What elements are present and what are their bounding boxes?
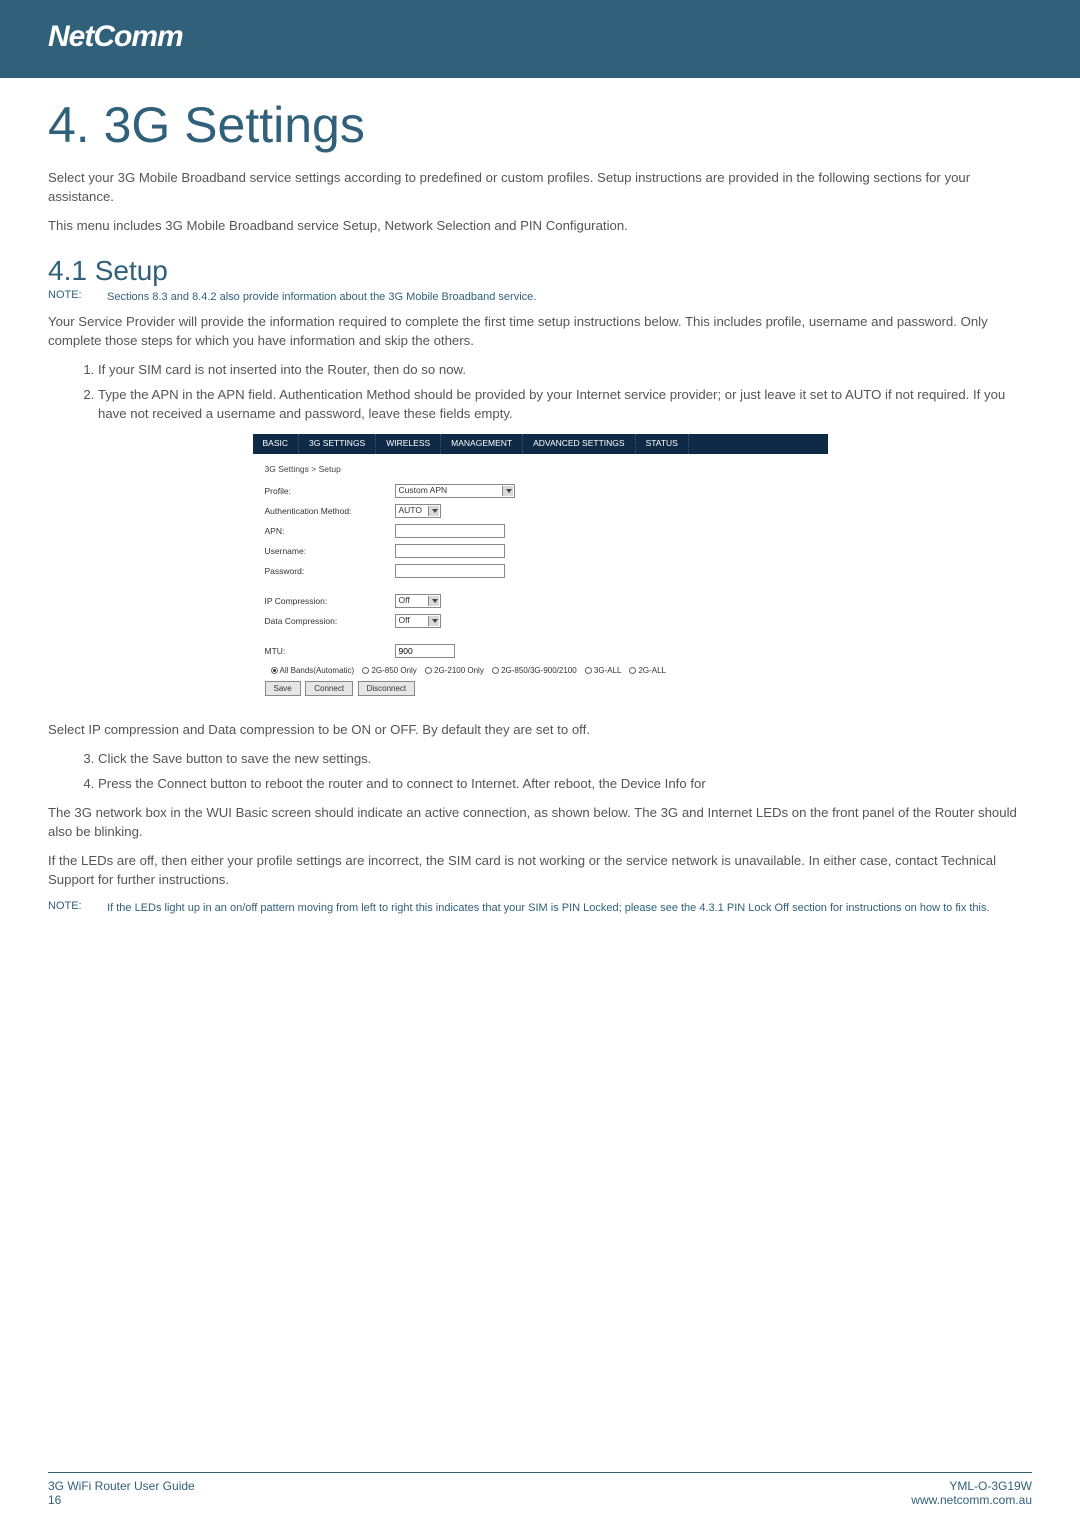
wui-label-profile: Profile: <box>265 486 395 496</box>
radio-label: 2G-2100 Only <box>434 666 484 675</box>
radio-icon[interactable] <box>585 667 592 674</box>
page-content: 4. 3G Settings Select your 3G Mobile Bro… <box>0 96 1080 916</box>
note-label: NOTE: <box>48 289 104 301</box>
wui-tab[interactable]: BASIC <box>253 434 300 454</box>
list-item: Type the APN in the APN field. Authentic… <box>98 385 1032 423</box>
body-paragraph: If the LEDs are off, then either your pr… <box>48 851 1032 889</box>
intro-paragraph-1: Select your 3G Mobile Broadband service … <box>48 168 1032 206</box>
wui-mtu-input[interactable] <box>395 644 455 658</box>
intro-paragraph-2: This menu includes 3G Mobile Broadband s… <box>48 216 1032 235</box>
footer-url: www.netcomm.com.au <box>911 1493 1032 1507</box>
wui-ipcomp-select[interactable]: Off <box>395 594 441 608</box>
radio-label: 2G-850 Only <box>371 666 416 675</box>
radio-icon[interactable] <box>629 667 636 674</box>
radio-icon[interactable] <box>425 667 432 674</box>
body-paragraph: The 3G network box in the WUI Basic scre… <box>48 803 1032 841</box>
wui-password-input[interactable] <box>395 564 505 578</box>
chevron-down-icon <box>502 486 513 496</box>
radio-label: 2G-850/3G-900/2100 <box>501 666 577 675</box>
wui-label-username: Username: <box>265 546 395 556</box>
wui-username-input[interactable] <box>395 544 505 558</box>
list-item: Press the Connect button to reboot the r… <box>98 774 1032 793</box>
wui-label-ipcomp: IP Compression: <box>265 596 395 606</box>
footer-doc-title: 3G WiFi Router User Guide <box>48 1479 195 1493</box>
wui-auth-select[interactable]: AUTO <box>395 504 441 518</box>
body-paragraph: Your Service Provider will provide the i… <box>48 312 1032 350</box>
chevron-down-icon <box>428 596 439 606</box>
steps-list-1: If your SIM card is not inserted into th… <box>98 360 1032 423</box>
wui-label-password: Password: <box>265 566 395 576</box>
list-item: Click the Save button to save the new se… <box>98 749 1032 768</box>
wui-label-apn: APN: <box>265 526 395 536</box>
list-item: If your SIM card is not inserted into th… <box>98 360 1032 379</box>
footer-doc-code: YML-O-3G19W <box>911 1479 1032 1493</box>
disconnect-button[interactable]: Disconnect <box>358 681 416 696</box>
radio-icon[interactable] <box>492 667 499 674</box>
note-label: NOTE: <box>48 900 104 912</box>
wui-datacomp-select[interactable]: Off <box>395 614 441 628</box>
section-heading: 4.1 Setup <box>48 255 1032 287</box>
wui-tab-bar: BASIC 3G SETTINGS WIRELESS MANAGEMENT AD… <box>253 434 828 454</box>
wui-profile-select[interactable]: Custom APN <box>395 484 515 498</box>
radio-label: 3G-ALL <box>594 666 621 675</box>
wui-tab[interactable]: WIRELESS <box>376 434 441 454</box>
chevron-down-icon <box>428 506 439 516</box>
footer-divider <box>48 1472 1032 1473</box>
connect-button[interactable]: Connect <box>305 681 353 696</box>
wui-tab[interactable]: ADVANCED SETTINGS <box>523 434 635 454</box>
footer-right: YML-O-3G19W www.netcomm.com.au <box>911 1479 1032 1507</box>
radio-label: 2G-ALL <box>638 666 666 675</box>
page-title: 4. 3G Settings <box>48 96 1032 154</box>
wui-body: 3G Settings > Setup Profile: Custom APN … <box>253 454 828 706</box>
note-2: NOTE: If the LEDs light up in an on/off … <box>48 900 1032 917</box>
wui-band-radios: All Bands(Automatic) 2G-850 Only 2G-2100… <box>265 666 816 675</box>
wui-tab[interactable]: STATUS <box>636 434 689 454</box>
note-text: Sections 8.3 and 8.4.2 also provide info… <box>107 289 1007 306</box>
save-button[interactable]: Save <box>265 681 301 696</box>
page-footer: 3G WiFi Router User Guide 16 YML-O-3G19W… <box>48 1479 1032 1507</box>
steps-list-2: Click the Save button to save the new se… <box>98 749 1032 793</box>
wui-tab[interactable]: MANAGEMENT <box>441 434 523 454</box>
wui-label-mtu: MTU: <box>265 646 395 656</box>
chevron-down-icon <box>428 616 439 626</box>
body-paragraph: Select IP compression and Data compressi… <box>48 720 1032 739</box>
wui-breadcrumb: 3G Settings > Setup <box>265 464 816 474</box>
wui-label-datacomp: Data Compression: <box>265 616 395 626</box>
wui-button-row: Save Connect Disconnect <box>265 681 816 696</box>
wui-screenshot: BASIC 3G SETTINGS WIRELESS MANAGEMENT AD… <box>253 434 828 706</box>
brand-logo: NetComm <box>48 20 1080 54</box>
note-text: If the LEDs light up in an on/off patter… <box>107 900 1007 917</box>
wui-tab[interactable]: 3G SETTINGS <box>299 434 376 454</box>
footer-page-number: 16 <box>48 1493 195 1507</box>
wui-label-auth: Authentication Method: <box>265 506 395 516</box>
brand-header: NetComm <box>0 0 1080 78</box>
note-1: NOTE: Sections 8.3 and 8.4.2 also provid… <box>48 289 1032 306</box>
radio-label: All Bands(Automatic) <box>280 666 355 675</box>
radio-icon[interactable] <box>271 667 278 674</box>
wui-apn-input[interactable] <box>395 524 505 538</box>
radio-icon[interactable] <box>362 667 369 674</box>
footer-left: 3G WiFi Router User Guide 16 <box>48 1479 195 1507</box>
